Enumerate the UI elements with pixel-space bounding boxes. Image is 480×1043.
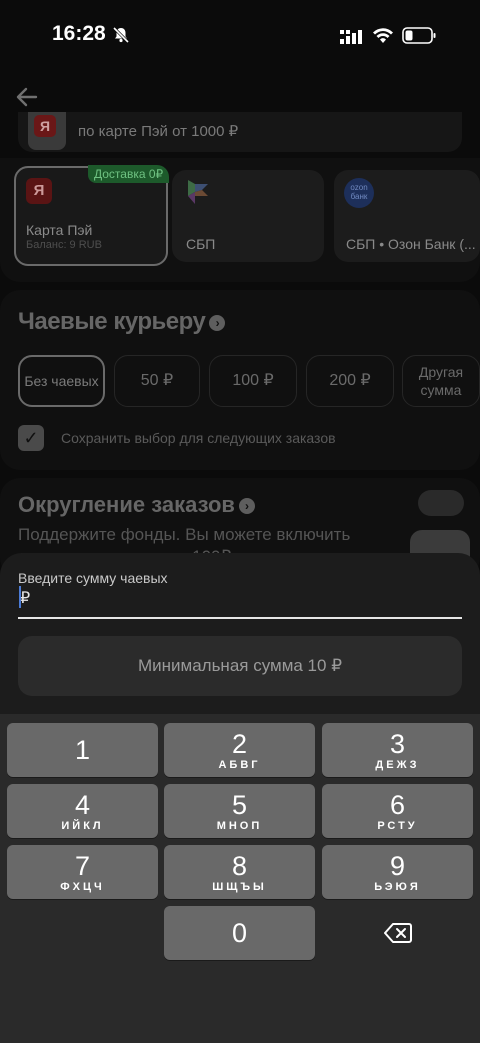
minimum-amount-button[interactable]: Минимальная сумма 10 ₽ — [18, 636, 462, 696]
tip-option-50[interactable]: 50 ₽ — [114, 355, 200, 407]
chevron-right-icon: › — [209, 314, 226, 331]
key-9[interactable]: 9 ЬЭЮЯ — [322, 845, 473, 899]
key-2[interactable]: 2 АБВГ — [164, 723, 315, 777]
input-underline — [18, 617, 462, 619]
tip-amount-value: ₽ — [20, 590, 31, 607]
wifi-icon — [373, 28, 393, 43]
key-6[interactable]: 6 РСТУ — [322, 784, 473, 838]
remember-choice-label: Сохранить выбор для следующих заказов — [61, 430, 336, 446]
text-cursor — [19, 586, 21, 608]
key-0[interactable]: 0 — [164, 906, 315, 960]
key-7[interactable]: 7 ФХЦЧ — [7, 845, 158, 899]
status-time: 16:28 — [52, 22, 106, 45]
bell-muted-icon — [112, 26, 130, 44]
payment-title: СБП • Озон Банк (... — [346, 236, 476, 252]
key-8[interactable]: 8 ШЩЪЫ — [164, 845, 315, 899]
payment-title: СБП — [186, 236, 216, 252]
promo-card-icon: Я — [28, 112, 66, 150]
checkbox-checked-icon[interactable]: ✓ — [18, 425, 44, 451]
tip-option-100[interactable]: 100 ₽ — [209, 355, 297, 407]
yandex-pay-logo: Я — [26, 178, 52, 204]
back-arrow-icon[interactable] — [14, 84, 40, 110]
rounding-title: Округление заказов › — [18, 492, 255, 518]
chevron-right-icon: › — [238, 498, 255, 515]
key-5[interactable]: 5 МНОП — [164, 784, 315, 838]
ozon-bank-logo: ozon банк — [344, 178, 374, 208]
backspace-icon — [383, 923, 412, 943]
tip-option-none[interactable]: Без чаевых — [18, 355, 105, 407]
payment-balance: Баланс: 9 RUB — [26, 239, 102, 251]
tips-title: Чаевые курьеру › — [18, 308, 226, 336]
tip-amount-input[interactable] — [18, 582, 462, 618]
battery-icon — [402, 27, 436, 44]
delivery-badge: Доставка 0₽ — [88, 165, 170, 183]
tip-option-custom[interactable]: Другая сумма — [402, 355, 480, 407]
key-4[interactable]: 4 ИЙКЛ — [7, 784, 158, 838]
cellular-signal-icon — [340, 30, 362, 44]
tip-option-200[interactable]: 200 ₽ — [306, 355, 394, 407]
key-3[interactable]: 3 ДЕЖЗ — [322, 723, 473, 777]
promo-text: по карте Пэй от 1000 ₽ — [78, 123, 239, 140]
key-1[interactable]: 1 — [7, 723, 158, 777]
sbp-logo-icon — [188, 180, 208, 204]
delete-key[interactable] — [322, 906, 473, 960]
rounding-toggle[interactable] — [418, 490, 464, 516]
payment-title: Карта Пэй — [26, 222, 93, 238]
